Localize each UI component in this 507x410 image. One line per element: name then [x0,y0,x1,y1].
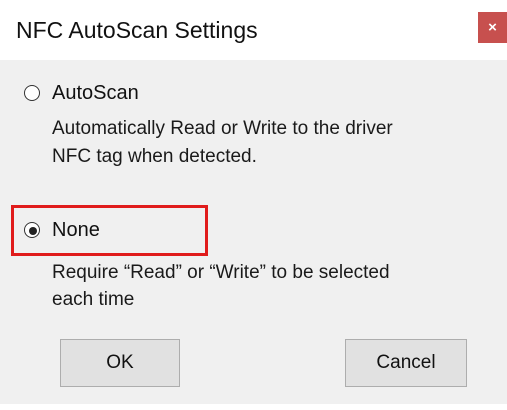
none-description-line-1: Require “Read” or “Write” to be selected [52,262,390,283]
autoscan-description-line-2: NFC tag when detected. [52,146,257,167]
ok-button[interactable]: OK [60,339,180,387]
autoscan-label: AutoScan [52,82,139,104]
title-bar: NFC AutoScan Settings × [0,0,507,60]
nfc-autoscan-settings-dialog: NFC AutoScan Settings × AutoScan Automat… [0,0,507,410]
close-icon: × [488,19,497,36]
bottom-edge [0,404,507,410]
cancel-button[interactable]: Cancel [345,339,467,387]
none-description-line-2: each time [52,289,135,310]
window-title: NFC AutoScan Settings [16,17,258,43]
autoscan-radio-button[interactable] [24,85,40,101]
red-highlight-box [11,205,208,256]
close-button[interactable]: × [478,12,507,43]
autoscan-description-line-1: Automatically Read or Write to the drive… [52,118,393,139]
